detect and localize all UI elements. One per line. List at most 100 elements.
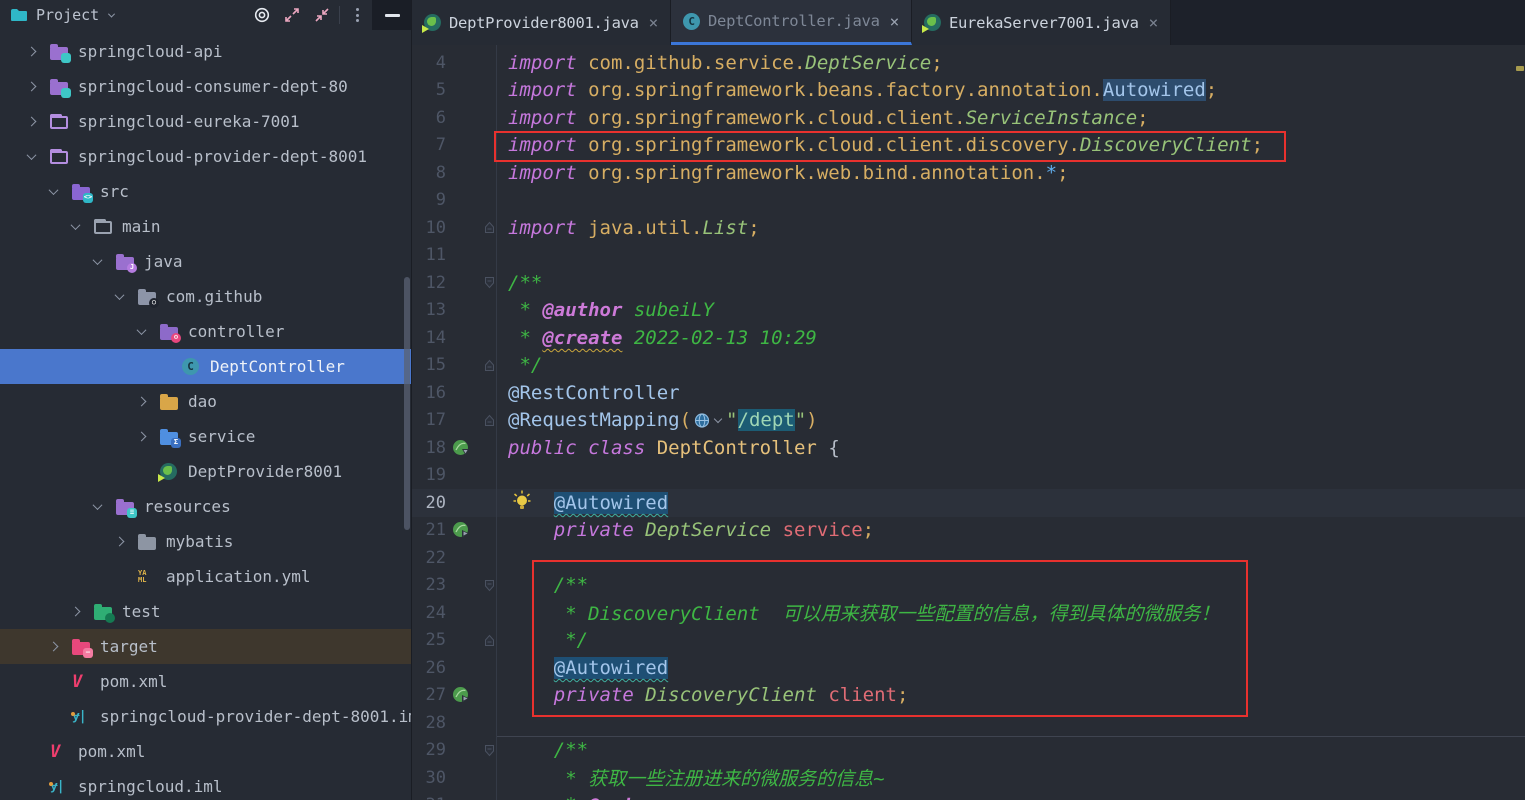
tree-item-application-yml[interactable]: YAMLapplication.yml bbox=[0, 559, 412, 594]
tree-item-target[interactable]: –target bbox=[0, 629, 412, 664]
tab-close-icon[interactable]: × bbox=[649, 13, 658, 32]
code-line-9[interactable]: 9 bbox=[412, 187, 1525, 215]
code-line-4[interactable]: 4import com.github.service.DeptService; bbox=[412, 49, 1525, 77]
code-line-10[interactable]: 10 import java.util.List; bbox=[412, 214, 1525, 242]
tree-chevron-icon[interactable] bbox=[72, 608, 94, 615]
tree-item-controller[interactable]: ⚙controller bbox=[0, 314, 412, 349]
tree-item-label: springcloud-provider-dept-8001 bbox=[78, 147, 367, 166]
more-options-kebab-icon[interactable] bbox=[342, 2, 372, 28]
tree-item-springcloud-api[interactable]: springcloud-api bbox=[0, 34, 412, 69]
code-line-30[interactable]: 30 * 获取一些注册进来的微服务的信息~ bbox=[412, 764, 1525, 792]
tree-item-label: mybatis bbox=[166, 532, 233, 551]
code-line-17[interactable]: 17@RequestMapping("/dept") bbox=[412, 407, 1525, 435]
tree-chevron-icon[interactable] bbox=[72, 223, 94, 230]
tree-item-springcloud-provider-dept-8001[interactable]: springcloud-provider-dept-8001 bbox=[0, 139, 412, 174]
fold-marker-icon[interactable] bbox=[476, 276, 496, 289]
tree-item-label: application.yml bbox=[166, 567, 311, 586]
tab-deptcontroller-java[interactable]: CDeptController.java× bbox=[671, 0, 912, 45]
line-number: 9 bbox=[412, 190, 446, 210]
tree-item-test[interactable]: test bbox=[0, 594, 412, 629]
code-line-16[interactable]: 16@RestController bbox=[412, 379, 1525, 407]
expand-all-icon[interactable] bbox=[277, 2, 307, 28]
tab-close-icon[interactable]: × bbox=[1149, 13, 1158, 32]
tree-item-deptcontroller[interactable]: CDeptController bbox=[0, 349, 412, 384]
tree-item-springcloud-eureka-7001[interactable]: springcloud-eureka-7001 bbox=[0, 104, 412, 139]
code-line-5[interactable]: 5import org.springframework.beans.factor… bbox=[412, 77, 1525, 105]
tree-item-springcloud-iml[interactable]: ɏ|springcloud.iml bbox=[0, 769, 412, 800]
code-line-12[interactable]: 12/** bbox=[412, 269, 1525, 297]
service-folder-icon: Σ bbox=[160, 429, 186, 445]
minus-icon bbox=[385, 14, 400, 17]
tree-item-mybatis[interactable]: mybatis bbox=[0, 524, 412, 559]
tab-eurekaserver7001-java[interactable]: EurekaServer7001.java× bbox=[912, 0, 1171, 45]
tree-chevron-icon[interactable] bbox=[94, 258, 116, 265]
tree-item-springcloud-provider-dept-8001-iml[interactable]: ɏ|springcloud-provider-dept-8001.iml bbox=[0, 699, 412, 734]
tree-chevron-icon[interactable] bbox=[116, 293, 138, 300]
excluded-folder-icon: – bbox=[72, 639, 98, 655]
code-line-15[interactable]: 15 */ bbox=[412, 352, 1525, 380]
warning-stripe-mark[interactable] bbox=[1516, 66, 1524, 71]
intention-bulb-icon[interactable] bbox=[512, 490, 532, 511]
fold-marker-icon[interactable] bbox=[476, 579, 496, 592]
fold-marker-icon[interactable] bbox=[476, 634, 496, 647]
code-line-11[interactable]: 11 bbox=[412, 242, 1525, 270]
spring-bean-gutter-icon[interactable] bbox=[446, 521, 476, 539]
fold-marker-icon[interactable] bbox=[476, 221, 496, 234]
tree-item-main[interactable]: main bbox=[0, 209, 412, 244]
tree-item-service[interactable]: Σservice bbox=[0, 419, 412, 454]
header-divider bbox=[339, 6, 340, 24]
sources-folder-icon: <> bbox=[72, 184, 98, 200]
code-text: import java.util.List; bbox=[496, 217, 760, 239]
tree-item-pom-xml[interactable]: Vpom.xml bbox=[0, 734, 412, 769]
tab-close-icon[interactable]: × bbox=[890, 12, 899, 31]
tree-item-src[interactable]: <>src bbox=[0, 174, 412, 209]
tree-item-dao[interactable]: dao bbox=[0, 384, 412, 419]
project-tree-scrollbar[interactable] bbox=[404, 277, 410, 530]
spring-bean-gutter-icon[interactable] bbox=[446, 686, 476, 704]
tab-deptprovider8001-java[interactable]: DeptProvider8001.java× bbox=[412, 0, 671, 45]
tree-chevron-icon[interactable] bbox=[28, 118, 50, 125]
project-panel-header[interactable]: Project bbox=[0, 0, 412, 30]
test-folder-icon bbox=[94, 604, 120, 620]
tree-chevron-icon[interactable] bbox=[28, 48, 50, 55]
project-tool-window: Project springcloud-apispringcloud-consu… bbox=[0, 0, 412, 800]
fold-marker-icon[interactable] bbox=[476, 744, 496, 757]
hide-panel-button[interactable] bbox=[372, 0, 412, 30]
tree-chevron-icon[interactable] bbox=[116, 538, 138, 545]
spring-bean-gutter-icon[interactable] bbox=[446, 439, 476, 457]
fold-marker-icon[interactable] bbox=[476, 359, 496, 372]
code-line-18[interactable]: 18public class DeptController { bbox=[412, 434, 1525, 462]
code-text: @RestController bbox=[496, 382, 680, 404]
tree-chevron-icon[interactable] bbox=[138, 398, 160, 405]
code-line-21[interactable]: 21 private DeptService service; bbox=[412, 517, 1525, 545]
code-line-29[interactable]: 29 /** bbox=[412, 737, 1525, 765]
tree-chevron-icon[interactable] bbox=[138, 433, 160, 440]
locate-target-icon[interactable] bbox=[247, 2, 277, 28]
tree-item-pom-xml[interactable]: Vpom.xml bbox=[0, 664, 412, 699]
tree-chevron-icon[interactable] bbox=[28, 83, 50, 90]
code-line-8[interactable]: 8import org.springframework.web.bind.ann… bbox=[412, 159, 1525, 187]
code-line-19[interactable]: 19 bbox=[412, 462, 1525, 490]
code-line-20[interactable]: 20 @Autowired bbox=[412, 489, 1525, 517]
line-number: 13 bbox=[412, 300, 446, 320]
editor-pane: DeptProvider8001.java×CDeptController.ja… bbox=[412, 0, 1525, 800]
code-line-13[interactable]: 13 * @author subeiLY bbox=[412, 297, 1525, 325]
code-line-14[interactable]: 14 * @create 2022-02-13 10:29 bbox=[412, 324, 1525, 352]
line-number: 10 bbox=[412, 218, 446, 238]
tree-item-deptprovider8001[interactable]: DeptProvider8001 bbox=[0, 454, 412, 489]
fold-marker-icon[interactable] bbox=[476, 414, 496, 427]
tree-chevron-icon[interactable] bbox=[94, 503, 116, 510]
code-line-31[interactable]: 31 * @return bbox=[412, 792, 1525, 800]
tree-item-java[interactable]: Jjava bbox=[0, 244, 412, 279]
code-line-6[interactable]: 6import org.springframework.cloud.client… bbox=[412, 104, 1525, 132]
tree-chevron-icon[interactable] bbox=[50, 188, 72, 195]
yaml-file-icon: YAML bbox=[138, 570, 164, 583]
code-text: import org.springframework.cloud.client.… bbox=[496, 107, 1149, 129]
tree-item-resources[interactable]: ≡resources bbox=[0, 489, 412, 524]
tree-chevron-icon[interactable] bbox=[28, 153, 50, 160]
tree-item-springcloud-consumer-dept-80[interactable]: springcloud-consumer-dept-80 bbox=[0, 69, 412, 104]
collapse-all-icon[interactable] bbox=[307, 2, 337, 28]
tree-chevron-icon[interactable] bbox=[50, 643, 72, 650]
tree-chevron-icon[interactable] bbox=[138, 328, 160, 335]
tree-item-com-github[interactable]: ○com.github bbox=[0, 279, 412, 314]
